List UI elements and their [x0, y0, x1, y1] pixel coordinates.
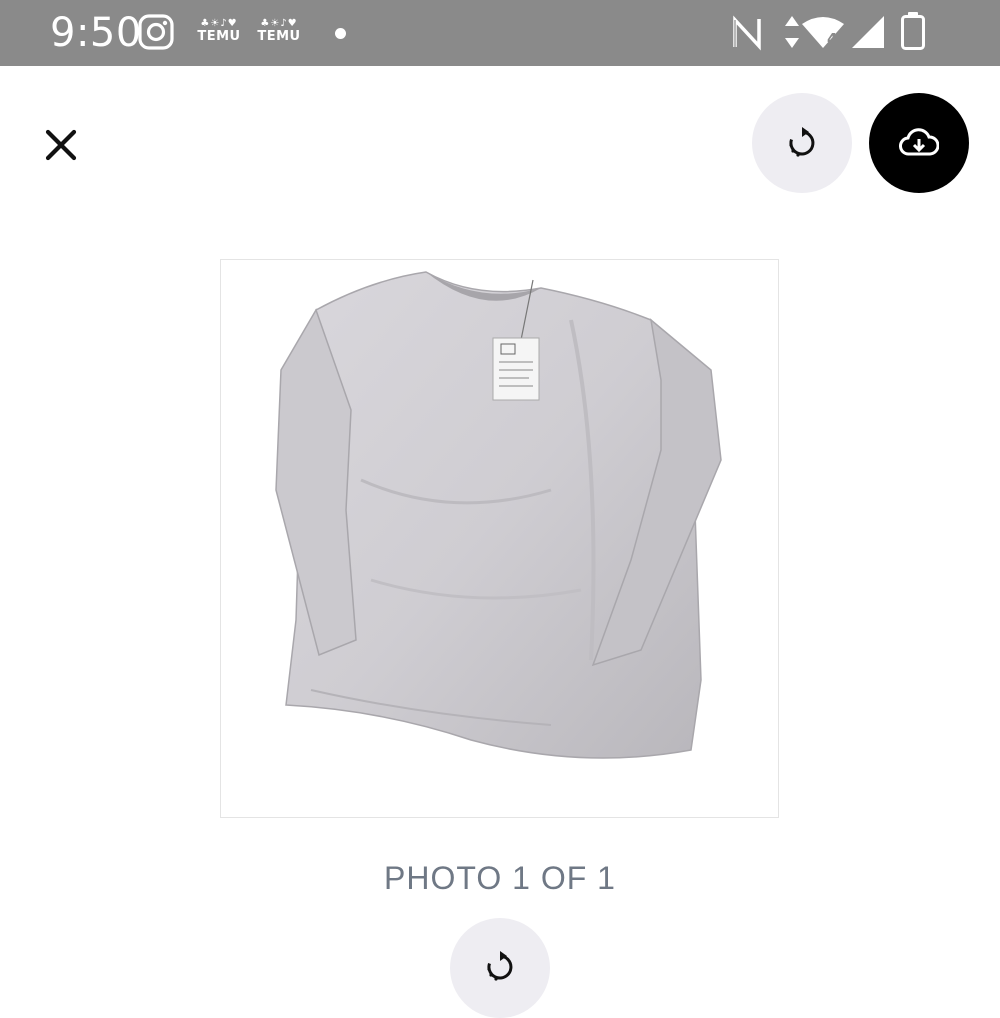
close-button[interactable] — [36, 120, 86, 170]
temu-icon: ♣☀♪♥ TEMU — [197, 18, 241, 44]
rotate-button-bottom[interactable] — [450, 918, 550, 1018]
wifi-icon: 4 — [802, 17, 844, 48]
download-button[interactable] — [869, 93, 969, 193]
cloud-download-icon — [899, 128, 939, 156]
data-arrows-icon — [785, 16, 799, 48]
status-bar: 9:50 ♣☀♪♥ TEMU ♣☀♪♥ TEMU 4 — [0, 0, 1000, 66]
instagram-icon — [138, 14, 174, 50]
rotate-icon — [487, 951, 513, 981]
temu-icon: ♣☀♪♥ TEMU — [257, 18, 301, 44]
tshirt-photo — [275, 271, 722, 759]
signal-icon — [852, 16, 884, 48]
photo-counter: PHOTO 1 OF 1 — [384, 860, 616, 896]
battery-icon — [901, 12, 925, 50]
close-icon — [45, 129, 77, 161]
dot-icon — [335, 28, 346, 39]
photo-frame — [220, 259, 779, 818]
svg-text:4: 4 — [827, 30, 837, 48]
status-time: 9:50 — [50, 10, 142, 56]
nfc-icon — [733, 15, 761, 51]
rotate-button[interactable] — [752, 93, 852, 193]
rotate-icon — [789, 127, 815, 157]
